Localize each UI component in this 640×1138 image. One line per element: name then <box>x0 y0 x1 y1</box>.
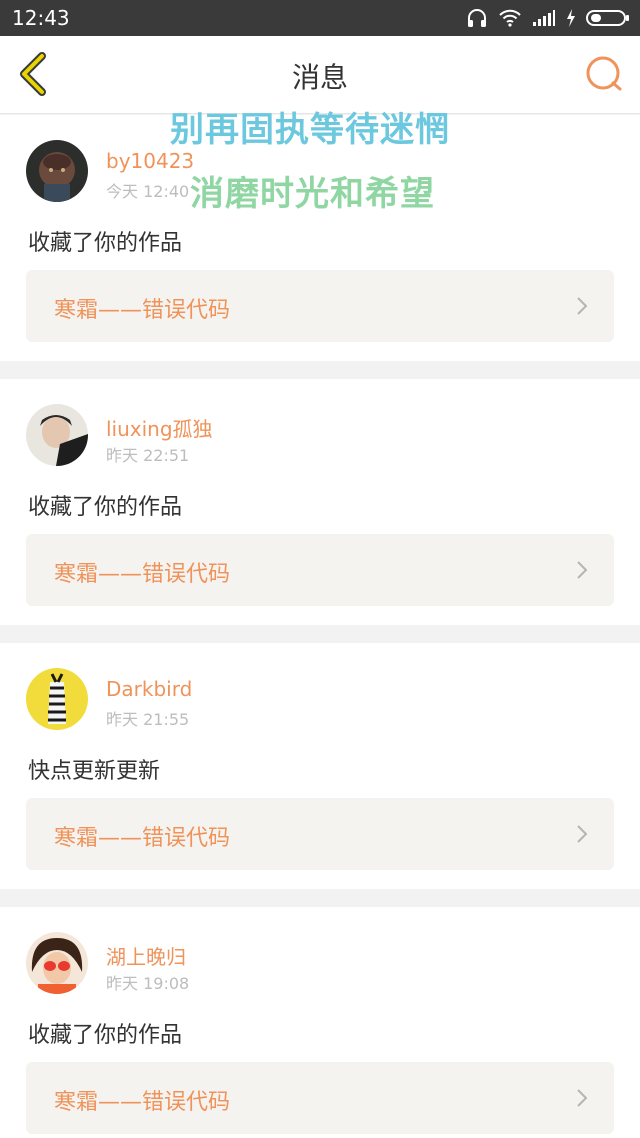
message-card: Darkbird 昨天 21:55 快点更新更新 寒霜——错误代码 <box>0 643 640 889</box>
wifi-icon <box>499 9 521 27</box>
message-card: liuxing孤独 昨天 22:51 收藏了你的作品 寒霜——错误代码 <box>0 379 640 625</box>
chevron-right-icon <box>577 1089 588 1107</box>
avatar[interactable] <box>26 668 88 730</box>
work-link[interactable]: 寒霜——错误代码 <box>26 1062 614 1134</box>
status-icons <box>466 6 630 30</box>
work-link[interactable]: 寒霜——错误代码 <box>26 270 614 342</box>
timestamp: 今天 12:40 <box>106 182 190 201</box>
chevron-right-icon <box>577 825 588 843</box>
battery-icon <box>586 10 629 26</box>
message-text: 收藏了你的作品 <box>28 231 183 256</box>
overlay-text-line2: 消磨时光和希望 <box>190 174 435 214</box>
work-link[interactable]: 寒霜——错误代码 <box>26 798 614 870</box>
message-card: 湖上晚归 昨天 19:08 收藏了你的作品 寒霜——错误代码 <box>0 907 640 1138</box>
work-title: 寒霜——错误代码 <box>54 562 231 587</box>
chevron-right-icon <box>577 297 588 315</box>
work-title: 寒霜——错误代码 <box>54 826 231 851</box>
work-title: 寒霜——错误代码 <box>54 298 231 323</box>
avatar[interactable] <box>26 932 88 994</box>
search-icon[interactable] <box>584 54 624 94</box>
overlay-text-line1: 别再固执等待迷惘 <box>170 110 450 150</box>
timestamp: 昨天 19:08 <box>106 974 190 993</box>
message-text: 收藏了你的作品 <box>28 1023 183 1048</box>
status-bar: 12:43 <box>0 0 640 36</box>
timestamp: 昨天 22:51 <box>106 446 190 465</box>
message-card: by10423 今天 12:40 收藏了你的作品 寒霜——错误代码 <box>0 115 640 361</box>
charging-icon <box>567 9 575 27</box>
avatar[interactable] <box>26 140 88 202</box>
message-text: 收藏了你的作品 <box>28 495 183 520</box>
timestamp: 昨天 21:55 <box>106 710 190 729</box>
message-text: 快点更新更新 <box>28 759 161 784</box>
username[interactable]: by10423 <box>106 149 194 173</box>
signal-icon <box>533 10 555 26</box>
work-link[interactable]: 寒霜——错误代码 <box>26 534 614 606</box>
username[interactable]: Darkbird <box>106 677 192 701</box>
chevron-right-icon <box>577 561 588 579</box>
username[interactable]: liuxing孤独 <box>106 413 213 442</box>
work-title: 寒霜——错误代码 <box>54 1090 231 1115</box>
page-title: 消息 <box>291 61 348 94</box>
avatar[interactable] <box>26 404 88 466</box>
username[interactable]: 湖上晚归 <box>106 941 186 970</box>
headphones-icon <box>468 9 486 27</box>
status-time: 12:43 <box>12 6 70 30</box>
